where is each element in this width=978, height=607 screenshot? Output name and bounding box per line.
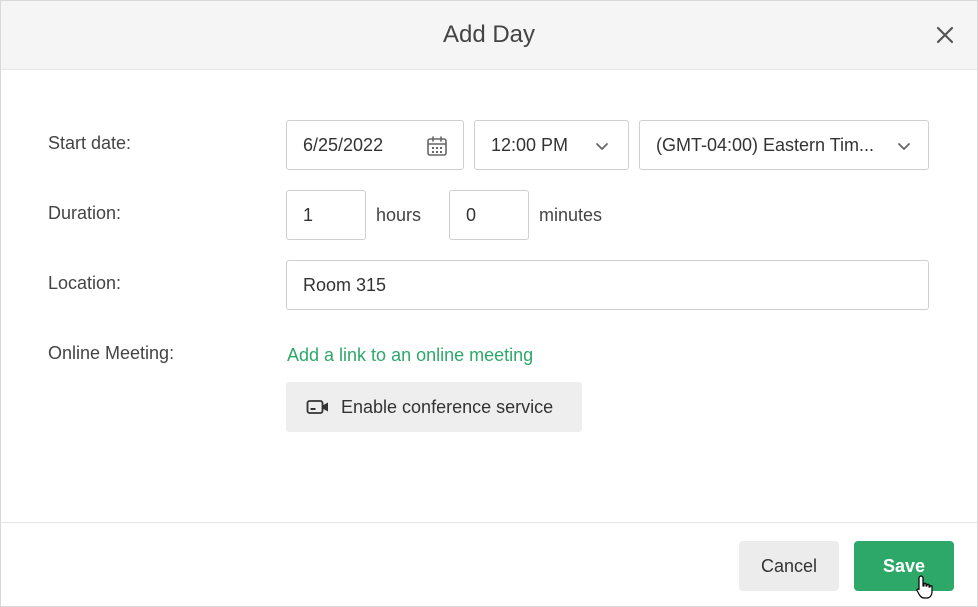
pointer-cursor-icon: [915, 574, 935, 600]
duration-hours-value: 1: [303, 205, 314, 225]
duration-minutes-value: 0: [466, 205, 477, 225]
hours-unit-label: hours: [376, 205, 422, 225]
cancel-button[interactable]: Cancel: [739, 541, 839, 591]
timezone-value: (GMT-04:00) Eastern Tim...: [656, 135, 875, 155]
close-button[interactable]: [933, 23, 957, 47]
minutes-unit-label: minutes: [539, 205, 603, 225]
close-icon: [933, 23, 957, 47]
dialog-header: Add Day: [1, 1, 977, 70]
start-time-value: 12:00 PM: [491, 135, 569, 155]
footer-divider: [1, 522, 977, 523]
location-input[interactable]: Room 315: [286, 260, 929, 310]
save-button[interactable]: Save: [854, 541, 954, 591]
chevron-down-icon: [590, 134, 614, 158]
enable-conference-label: Enable conference service: [341, 397, 554, 417]
timezone-select[interactable]: (GMT-04:00) Eastern Tim...: [639, 120, 929, 170]
online-meeting-label: Online Meeting:: [48, 343, 175, 363]
start-date-value: 6/25/2022: [303, 135, 384, 155]
start-time-select[interactable]: 12:00 PM: [474, 120, 629, 170]
enable-conference-button[interactable]: Enable conference service: [286, 382, 582, 432]
start-date-input[interactable]: 6/25/2022: [286, 120, 464, 170]
add-day-dialog: Add Day Start date: 6/25/2022 12:00 PM (…: [0, 0, 978, 607]
dialog-title: Add Day: [442, 21, 536, 48]
location-value: Room 315: [303, 275, 387, 295]
calendar-icon[interactable]: [425, 134, 449, 158]
location-label: Location:: [48, 273, 122, 293]
duration-label: Duration:: [48, 203, 122, 223]
chevron-down-icon: [892, 134, 916, 158]
duration-hours-input[interactable]: 1: [286, 190, 366, 240]
add-online-meeting-link[interactable]: Add a link to an online meeting: [287, 345, 533, 366]
video-camera-icon: [306, 396, 330, 418]
start-date-label: Start date:: [48, 133, 132, 153]
duration-minutes-input[interactable]: 0: [449, 190, 529, 240]
